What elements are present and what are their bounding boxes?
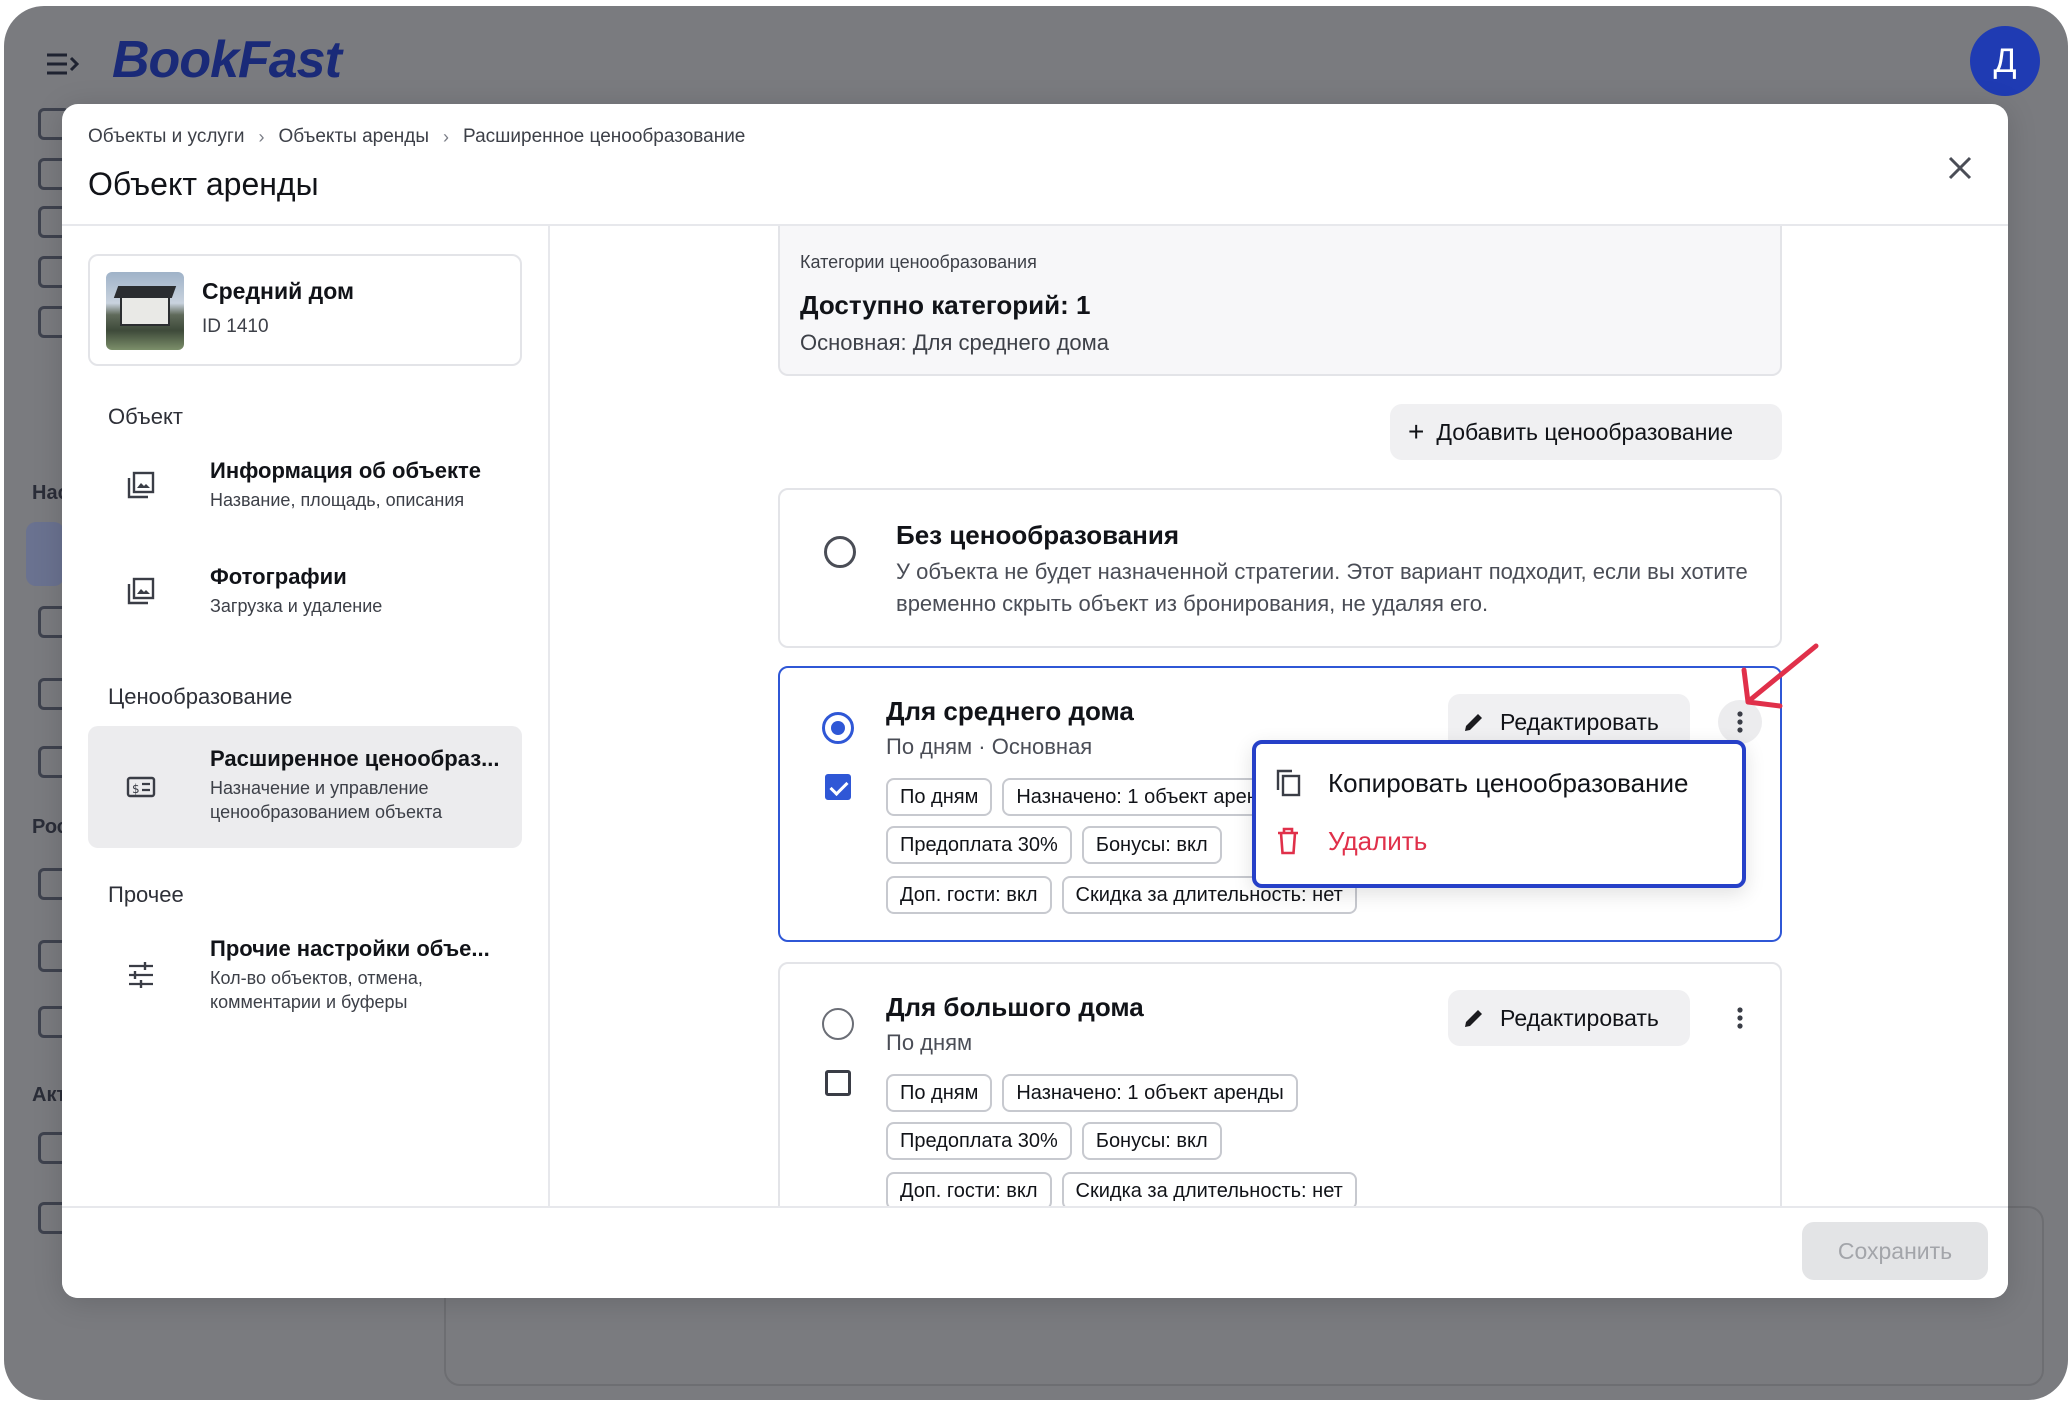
- more-vertical-icon: [1737, 1007, 1743, 1029]
- chip-row: По дням Назначено: 1 объект аренды: [886, 1074, 1298, 1112]
- sidebar-item-title: Расширенное ценообраз...: [210, 746, 500, 771]
- chip: По дням: [886, 1074, 993, 1112]
- annotation-arrow-icon: [1741, 643, 1819, 709]
- pricing-content: Категории ценообразования Доступно катег…: [552, 226, 2008, 1208]
- rental-object-modal: Объекты и услуги › Объекты аренды › Расш…: [62, 104, 2008, 1298]
- chip: Предоплата 30%: [886, 1122, 1072, 1160]
- chip: По дням: [886, 778, 993, 816]
- edit-button[interactable]: Редактировать: [1448, 990, 1690, 1046]
- chip: Доп. гости: вкл: [886, 876, 1052, 914]
- object-id: ID 1410: [202, 316, 269, 337]
- object-thumbnail: [106, 272, 184, 350]
- chip: Бонусы: вкл: [1081, 826, 1222, 864]
- sidebar-section-title: Ценообразование: [108, 684, 293, 709]
- rail-active-item[interactable]: [26, 522, 64, 586]
- close-button[interactable]: [1942, 150, 1978, 186]
- chevron-right-icon: ›: [258, 126, 265, 147]
- sidebar-section-title: Прочее: [108, 882, 184, 907]
- sidebar-item-title: Фотографии: [210, 564, 347, 589]
- pencil-icon: [1465, 1010, 1482, 1027]
- chevron-right-icon: ›: [443, 126, 450, 147]
- sidebar-section-title: Объект: [108, 404, 183, 429]
- app-topbar: BookFast Д: [4, 6, 2068, 110]
- sidebar-item-subtitle: Название, площадь, описания: [210, 490, 465, 510]
- pricing-card-large-house[interactable]: Для большого дома По дням Редактировать …: [778, 962, 1782, 1208]
- image-icon: [127, 471, 155, 499]
- chip-row: Доп. гости: вкл Скидка за длительность: …: [886, 1172, 1357, 1208]
- chip: Предоплата 30%: [886, 826, 1072, 864]
- app-logo[interactable]: BookFast: [112, 30, 342, 90]
- sidebar-item-other-settings[interactable]: Прочие настройки объе... Кол-во объектов…: [88, 916, 522, 1038]
- edit-label: Редактировать: [1500, 1004, 1659, 1031]
- close-icon: [1948, 156, 1972, 180]
- copy-pricing-menu-item[interactable]: Копировать ценообразование: [1274, 756, 1734, 810]
- chip: Назначено: 1 объект аренды: [1002, 1074, 1298, 1112]
- categories-label: Категории ценообразования: [800, 252, 1037, 272]
- more-vertical-icon: [1737, 711, 1743, 733]
- card-title: Для большого дома: [886, 992, 1144, 1022]
- pricing-checkbox[interactable]: [825, 774, 851, 800]
- pricing-checkbox[interactable]: [825, 1070, 851, 1096]
- card-subtitle: По дням: [886, 1030, 973, 1055]
- edit-label: Редактировать: [1500, 708, 1659, 735]
- categories-main: Основная: Для среднего дома: [800, 330, 1109, 355]
- breadcrumb-item[interactable]: Объекты аренды: [278, 126, 429, 148]
- card-title: Без ценообразования: [896, 520, 1180, 550]
- sidebar-item-photos[interactable]: Фотографии Загрузка и удаление: [88, 544, 522, 640]
- pricing-context-menu: Копировать ценообразование Удалить: [1252, 740, 1746, 888]
- copy-pricing-label: Копировать ценообразование: [1328, 767, 1689, 798]
- sidebar-item-object-info[interactable]: Информация об объекте Название, площадь,…: [88, 438, 522, 534]
- card-subtitle: По дням · Основная: [886, 734, 1093, 759]
- sliders-icon: [129, 962, 153, 988]
- sidebar-item-subtitle: Назначение и управление ценообразованием…: [210, 778, 443, 822]
- add-pricing-label: Добавить ценообразование: [1436, 418, 1734, 445]
- breadcrumb-item[interactable]: Объекты и услуги: [88, 126, 244, 148]
- more-options-button[interactable]: [1718, 996, 1762, 1040]
- avatar[interactable]: Д: [1970, 26, 2040, 96]
- pricing-categories-box: Категории ценообразования Доступно катег…: [778, 226, 1782, 376]
- modal-sidebar: Средний дом ID 1410 Объект Информация об…: [62, 226, 550, 1208]
- object-name: Средний дом: [202, 278, 354, 304]
- svg-text:$: $: [132, 782, 140, 796]
- breadcrumb: Объекты и услуги › Объекты аренды › Расш…: [88, 126, 745, 148]
- delete-label: Удалить: [1328, 825, 1428, 856]
- chip-row: По дням Назначено: 1 объект аренды: [886, 778, 1298, 816]
- categories-count: Доступно категорий: 1: [800, 290, 1091, 320]
- sidebar-item-advanced-pricing[interactable]: $ Расширенное ценообраз... Назначение и …: [88, 726, 522, 848]
- save-button[interactable]: Сохранить: [1802, 1222, 1988, 1280]
- card-title: Для среднего дома: [886, 696, 1134, 726]
- chip: Скидка за длительность: нет: [1061, 1172, 1357, 1208]
- price-tag-icon: $: [126, 776, 156, 798]
- add-pricing-button[interactable]: + Добавить ценообразование: [1390, 404, 1782, 460]
- pricing-radio[interactable]: [822, 712, 854, 744]
- card-description: У объекта не будет назначенной стратегии…: [896, 559, 1748, 616]
- pencil-icon: [1465, 714, 1482, 731]
- pricing-radio[interactable]: [822, 1008, 854, 1040]
- modal-footer: Сохранить: [62, 1206, 2008, 1298]
- breadcrumb-item-current: Расширенное ценообразование: [463, 126, 746, 147]
- trash-icon: [1278, 827, 1298, 855]
- chip: Доп. гости: вкл: [886, 1172, 1052, 1208]
- object-summary-card: Средний дом ID 1410: [88, 254, 522, 366]
- modal-header: Объекты и услуги › Объекты аренды › Расш…: [62, 104, 2008, 226]
- chip: Бонусы: вкл: [1081, 1122, 1222, 1160]
- sidebar-item-subtitle: Кол-во объектов, отмена, комментарии и б…: [210, 968, 423, 1012]
- no-pricing-card[interactable]: Без ценообразования У объекта не будет н…: [778, 488, 1782, 648]
- page-title: Объект аренды: [88, 166, 319, 202]
- sidebar-item-title: Информация об объекте: [210, 458, 482, 483]
- plus-icon: +: [1408, 416, 1425, 447]
- image-icon: [127, 577, 155, 605]
- copy-icon: [1276, 769, 1301, 797]
- menu-collapse-icon[interactable]: [44, 46, 80, 82]
- delete-menu-item[interactable]: Удалить: [1274, 814, 1734, 868]
- sidebar-item-title: Прочие настройки объе...: [210, 936, 490, 961]
- sidebar-item-subtitle: Загрузка и удаление: [210, 596, 383, 616]
- chip-row: Предоплата 30% Бонусы: вкл: [886, 826, 1222, 864]
- no-pricing-radio[interactable]: [824, 536, 856, 568]
- chip-row: Предоплата 30% Бонусы: вкл: [886, 1122, 1222, 1160]
